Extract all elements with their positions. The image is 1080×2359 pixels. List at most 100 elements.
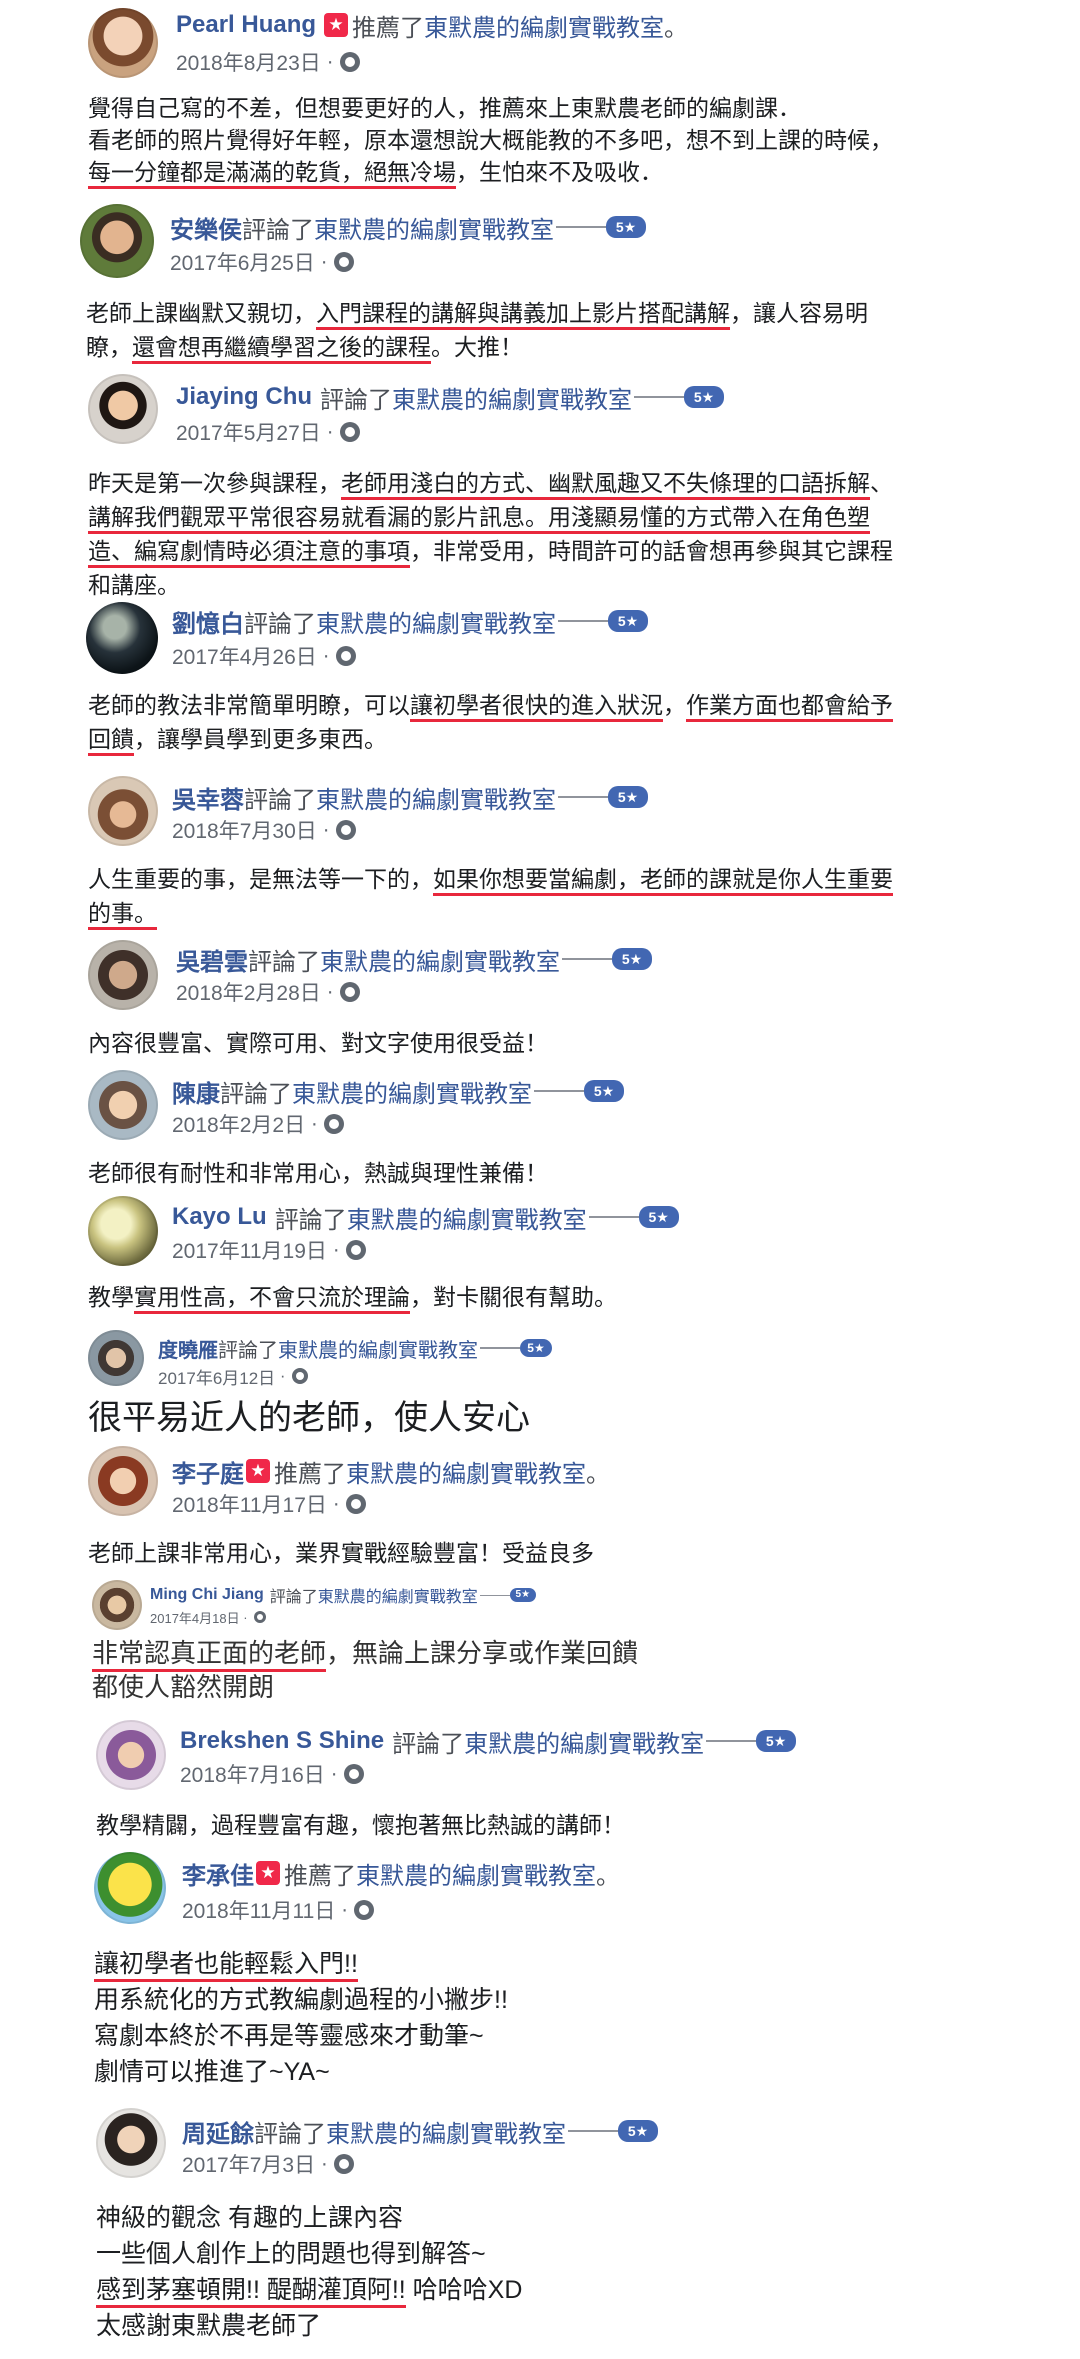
- reviewer-name[interactable]: 安樂侯: [170, 210, 242, 245]
- globe-icon: [335, 820, 356, 840]
- avatar[interactable]: [94, 1852, 166, 1924]
- action-text: 評論了: [218, 1339, 278, 1362]
- highlight: 講解我們觀眾平常很容易就看漏的影片訊息。用淺顯易懂的方式帶入在角色塑: [88, 504, 870, 534]
- reviewer-name[interactable]: 李承佳: [182, 1856, 254, 1891]
- globe-icon: [354, 1900, 375, 1920]
- page-link[interactable]: 東默農的編劇實戰教室: [292, 1074, 532, 1109]
- reviewer-header: 李承佳 ★ 推薦了 東默農的編劇實戰教室 。: [182, 1856, 620, 1890]
- review-text: 教學實用性高，不會只流於理論，對卡關很有幫助。: [88, 1280, 617, 1314]
- page-link[interactable]: 東默農的編劇實戰教室: [316, 604, 556, 639]
- post-date[interactable]: 2018年2月28日: [176, 977, 321, 1007]
- avatar[interactable]: [96, 1720, 166, 1790]
- page-link[interactable]: 東默農的編劇實戰教室: [316, 780, 556, 815]
- post-date[interactable]: 2017年6月25日: [170, 247, 315, 277]
- page-link[interactable]: 東默農的編劇實戰教室: [347, 1200, 587, 1235]
- highlight: 作業方面也都會給予: [686, 692, 893, 722]
- reviewer-header: 吳幸蓉 評論了 東默農的編劇實戰教室 5★: [172, 780, 648, 814]
- reviewer-name[interactable]: Pearl Huang: [176, 11, 316, 39]
- rating-badge: 5★: [756, 1730, 797, 1752]
- page-link[interactable]: 東默農的編劇實戰教室: [392, 380, 632, 415]
- review-text: 神級的觀念 有趣的上課內容 一些個人創作上的問題也得到解答~ 感到茅塞頓開!! …: [96, 2200, 522, 2344]
- reviewer-name[interactable]: 劉憶白: [172, 604, 244, 639]
- rating-badge: 5★: [684, 386, 725, 408]
- page-link[interactable]: 東默農的編劇實戰教室: [424, 8, 664, 43]
- page-link[interactable]: 東默農的編劇實戰教室: [464, 1724, 704, 1759]
- page-link[interactable]: 東默農的編劇實戰教室: [318, 1583, 478, 1607]
- post-meta: 2018年11月17日 ·: [172, 1490, 366, 1518]
- reviewer-header: 度曉雁 評論了 東默農的編劇實戰教室 5★: [158, 1334, 552, 1362]
- review-line: 太感謝東默農老師了: [96, 2312, 322, 2340]
- divider: [588, 1216, 639, 1218]
- highlight: 感到茅塞頓開!! 醍醐灌頂阿!!: [96, 2276, 406, 2308]
- post-date[interactable]: 2018年2月2日: [172, 1109, 305, 1139]
- reviewer-name[interactable]: 陳康: [172, 1074, 220, 1109]
- reviewer-name[interactable]: Brekshen S Shine: [180, 1727, 384, 1755]
- reviewer-name[interactable]: 度曉雁: [158, 1334, 218, 1363]
- review-text: 非常認真正面的老師，無論上課分享或作業回饋 都使人豁然開朗: [92, 1636, 638, 1704]
- reviewer-name[interactable]: 吳幸蓉: [172, 780, 244, 815]
- reviewer-name[interactable]: 周延餘: [182, 2114, 254, 2149]
- review-line: 教學實用性高，不會只流於理論，對卡關很有幫助。: [88, 1280, 617, 1314]
- avatar[interactable]: [86, 602, 158, 674]
- review-line: 人生重要的事，是無法等一下的，如果你想要當編劇，老師的課就是你人生重要: [88, 862, 893, 896]
- reviewer-header: Ming Chi Jiang 評論了 東默農的編劇實戰教室 5★: [150, 1584, 536, 1606]
- post-date[interactable]: 2017年5月27日: [176, 417, 321, 447]
- avatar[interactable]: [88, 1196, 158, 1266]
- review-text: 讓初學者也能輕鬆入門!! 用系統化的方式教編劇過程的小撇步!! 寫劇本終於不再是…: [94, 1946, 508, 2090]
- review-line: 用系統化的方式教編劇過程的小撇步!!: [94, 1986, 508, 2014]
- avatar[interactable]: [88, 1446, 158, 1516]
- divider: [556, 226, 606, 228]
- review-line: 看老師的照片覺得好年輕，原本還想說大概能教的不多吧，想不到上課的時候，: [88, 127, 893, 153]
- avatar[interactable]: [88, 8, 158, 78]
- post-date[interactable]: 2017年4月18日: [150, 1608, 240, 1627]
- divider: [558, 620, 608, 622]
- avatar[interactable]: [96, 2108, 166, 2178]
- page-link[interactable]: 東默農的編劇實戰教室: [320, 942, 560, 977]
- review-line: 寫劇本終於不再是等靈感來才動筆~: [94, 2022, 484, 2050]
- divider: [479, 1594, 510, 1596]
- page-link[interactable]: 東默農的編劇實戰教室: [346, 1454, 586, 1489]
- reviewer-name[interactable]: Jiaying Chu: [176, 383, 312, 411]
- post-date[interactable]: 2018年7月16日: [180, 1759, 325, 1789]
- post-date[interactable]: 2017年11月19日: [172, 1235, 327, 1265]
- review-text: 老師很有耐性和非常用心，熱誠與理性兼備！: [88, 1156, 548, 1190]
- reviewer-name[interactable]: 吳碧雲: [176, 942, 248, 977]
- reviewer-name[interactable]: 李子庭: [172, 1454, 244, 1489]
- avatar[interactable]: [88, 374, 158, 444]
- post-date[interactable]: 2018年11月17日: [172, 1489, 327, 1519]
- review-line: 讓初學者也能輕鬆入門!!: [94, 1946, 508, 1982]
- avatar[interactable]: [88, 1070, 158, 1140]
- page-link[interactable]: 東默農的編劇實戰教室: [314, 210, 554, 245]
- period: 。: [596, 1862, 620, 1890]
- post-date[interactable]: 2018年7月30日: [172, 815, 317, 845]
- rating-badge: 5★: [606, 216, 646, 238]
- review-text: 人生重要的事，是無法等一下的，如果你想要當編劇，老師的課就是你人生重要 的事。: [88, 862, 893, 930]
- highlight: 造、編寫劇情時必須注意的事項: [88, 538, 410, 568]
- review-line: 的事。: [88, 896, 893, 930]
- avatar[interactable]: [88, 776, 158, 846]
- divider: [558, 796, 608, 798]
- post-meta: 2017年5月27日 ·: [176, 418, 360, 446]
- avatar[interactable]: [88, 1330, 144, 1386]
- post-date[interactable]: 2017年6月12日: [158, 1364, 275, 1389]
- post-date[interactable]: 2018年8月23日: [176, 47, 321, 77]
- post-date[interactable]: 2017年7月3日: [182, 2149, 315, 2179]
- highlight: 的事。: [88, 900, 157, 930]
- review-line: 昨天是第一次參與課程，老師用淺白的方式、幽默風趣又不失條理的口語拆解、: [88, 466, 893, 500]
- post-date[interactable]: 2018年11月11日: [182, 1895, 335, 1925]
- avatar[interactable]: [88, 940, 158, 1010]
- review-line: 老師的教法非常簡單明瞭，可以讓初學者很快的進入狀況，作業方面也都會給予: [88, 688, 893, 722]
- review-text: 內容很豐富、實際可用、對文字使用很受益！: [88, 1026, 548, 1060]
- reviewer-name[interactable]: Ming Chi Jiang: [150, 1586, 264, 1604]
- avatar[interactable]: [92, 1580, 142, 1630]
- globe-icon: [345, 1494, 366, 1514]
- reviewer-name[interactable]: Kayo Lu: [172, 1203, 267, 1231]
- post-date[interactable]: 2017年4月26日: [172, 641, 317, 671]
- highlight: 讓初學者很快的進入狀況: [410, 692, 663, 722]
- page-link[interactable]: 東默農的編劇實戰教室: [278, 1334, 478, 1363]
- avatar[interactable]: [80, 204, 154, 278]
- page-link[interactable]: 東默農的編劇實戰教室: [326, 2114, 566, 2149]
- recommend-icon: ★: [324, 13, 349, 37]
- page-link[interactable]: 東默農的編劇實戰教室: [356, 1856, 596, 1891]
- review-line: 一些個人創作上的問題也得到解答~: [96, 2240, 486, 2268]
